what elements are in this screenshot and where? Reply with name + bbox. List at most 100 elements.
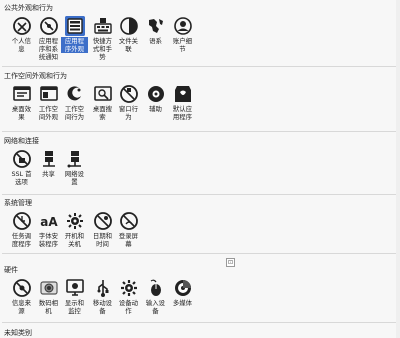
module-label: 登录屏幕 xyxy=(118,232,139,248)
information-sources-icon xyxy=(12,279,31,297)
module-startup-shutdown[interactable]: 开机和关机 xyxy=(61,211,88,248)
personal-info-icon xyxy=(12,17,31,35)
svg-text:aA: aA xyxy=(40,215,58,229)
workspace-appearance-icon xyxy=(39,86,58,101)
system-settings-window: 公共外观和行为个人信息 应用程序和系统通知 应用程序外观 快捷方式和手势 文件关联 语系 账… xyxy=(0,0,400,338)
module-label: 个人信息 xyxy=(11,37,32,53)
module-label: 字体安装程序 xyxy=(38,232,59,248)
module-label: 信息来源 xyxy=(11,299,32,315)
module-label: 设备动作 xyxy=(118,299,139,315)
module-workspace-behavior[interactable]: 工作空间行为 xyxy=(61,84,88,121)
section-divider xyxy=(2,253,398,254)
module-label: 账户细节 xyxy=(172,37,193,53)
module-digital-camera[interactable]: 数码相机 xyxy=(35,278,62,315)
module-accessibility[interactable]: 辅助 xyxy=(142,84,169,113)
module-label: 任务调度程序 xyxy=(11,232,32,248)
module-personal-info[interactable]: 个人信息 xyxy=(8,16,35,53)
module-label: 多媒体 xyxy=(172,299,193,307)
module-label: 网络设置 xyxy=(64,170,85,186)
multimedia-icon xyxy=(174,280,191,296)
module-display-monitor[interactable]: 显示和监控 xyxy=(61,278,88,315)
account-details-icon xyxy=(173,17,192,35)
module-label: 移动设备 xyxy=(92,299,113,315)
module-notifications[interactable]: 应用程序和系统通知 xyxy=(35,16,62,61)
sharing-icon xyxy=(42,151,55,167)
module-multimedia[interactable]: 多媒体 xyxy=(169,278,196,307)
module-label: 语系 xyxy=(149,37,162,45)
module-input-devices[interactable]: 输入设备 xyxy=(142,278,169,315)
module-label: 默认应用程序 xyxy=(172,105,193,121)
window-behavior-icon xyxy=(119,85,138,103)
section-title: 系统管理 xyxy=(4,199,32,207)
module-label: 窗口行为 xyxy=(118,105,139,121)
module-file-associations[interactable]: 文件关联 xyxy=(115,16,142,53)
module-label: 工作空间行为 xyxy=(64,105,85,121)
display-monitor-icon xyxy=(65,279,84,296)
module-label: 工作空间外观 xyxy=(38,105,59,121)
module-label: 开机和关机 xyxy=(64,232,85,248)
module-application-appearance[interactable]: 应用程序外观 xyxy=(61,16,88,53)
module-default-applications[interactable]: 默认应用程序 xyxy=(169,84,196,121)
removable-devices-icon xyxy=(97,280,108,297)
accessibility-icon xyxy=(147,86,164,102)
section-title: 工作空间外观和行为 xyxy=(4,72,67,80)
module-task-scheduler[interactable]: 任务调度程序 xyxy=(8,211,35,248)
section-divider xyxy=(2,322,398,323)
resize-handle-icon[interactable]: ⊡ xyxy=(226,258,235,267)
module-label: 应用程序外观 xyxy=(61,37,88,53)
module-label: 辅助 xyxy=(149,105,162,113)
scrollbar[interactable] xyxy=(396,0,400,338)
section-divider xyxy=(2,131,398,132)
network-settings-icon xyxy=(67,151,81,168)
module-locale[interactable]: 语系 xyxy=(142,16,169,45)
module-label: 共享 xyxy=(42,170,55,178)
module-device-actions[interactable]: 设备动作 xyxy=(115,278,142,315)
module-removable-devices[interactable]: 移动设备 xyxy=(89,278,116,315)
font-installer-icon: aA xyxy=(40,215,58,229)
module-sharing[interactable]: 共享 xyxy=(35,149,62,178)
module-label: 显示和监控 xyxy=(64,299,85,315)
module-label: 文件关联 xyxy=(118,37,139,53)
module-label: 输入设备 xyxy=(145,299,166,315)
section-title: 硬件 xyxy=(4,266,18,274)
module-label: SSL 首选项 xyxy=(11,170,32,186)
section-title: 网络和连接 xyxy=(4,137,39,145)
section-title: 公共外观和行为 xyxy=(4,4,53,12)
module-date-time[interactable]: 日期和时间 xyxy=(89,211,116,248)
module-login-screen[interactable]: 登录屏幕 xyxy=(115,211,142,248)
module-ssl[interactable]: SSL 首选项 xyxy=(8,149,35,186)
desktop-search-icon xyxy=(93,86,112,101)
desktop-effects-icon xyxy=(12,86,31,101)
module-desktop-effects[interactable]: 桌面效果 xyxy=(8,84,35,121)
startup-shutdown-icon xyxy=(66,213,83,229)
module-account-details[interactable]: 账户细节 xyxy=(169,16,196,53)
section-divider xyxy=(2,194,398,195)
module-label: 数码相机 xyxy=(38,299,59,315)
shortcuts-icon xyxy=(93,18,112,34)
device-actions-icon xyxy=(120,280,137,296)
module-label: 桌面搜索 xyxy=(92,105,113,121)
module-font-installer[interactable]: aA 字体安装程序 xyxy=(35,211,62,248)
module-label: 日期和时间 xyxy=(92,232,113,248)
module-label: 应用程序和系统通知 xyxy=(38,37,59,61)
module-information-sources[interactable]: 信息来源 xyxy=(8,278,35,315)
default-applications-icon xyxy=(174,86,191,102)
workspace-behavior-icon xyxy=(67,86,81,101)
ssl-icon xyxy=(12,150,31,168)
task-scheduler-icon xyxy=(12,212,31,230)
input-devices-icon xyxy=(150,279,161,296)
module-shortcuts[interactable]: 快捷方式和手势 xyxy=(89,16,116,61)
date-time-icon xyxy=(93,212,112,230)
section-divider xyxy=(2,66,398,67)
login-screen-icon xyxy=(119,212,138,230)
module-desktop-search[interactable]: 桌面搜索 xyxy=(89,84,116,121)
file-associations-icon xyxy=(119,17,138,35)
module-workspace-appearance[interactable]: 工作空间外观 xyxy=(35,84,62,121)
module-network-settings[interactable]: 网络设置 xyxy=(61,149,88,186)
digital-camera-icon xyxy=(39,281,58,295)
section-title: 未知类别 xyxy=(4,329,32,337)
locale-icon xyxy=(148,19,163,33)
module-window-behavior[interactable]: 窗口行为 xyxy=(115,84,142,121)
module-label: 桌面效果 xyxy=(11,105,32,121)
application-appearance-icon xyxy=(64,16,85,36)
